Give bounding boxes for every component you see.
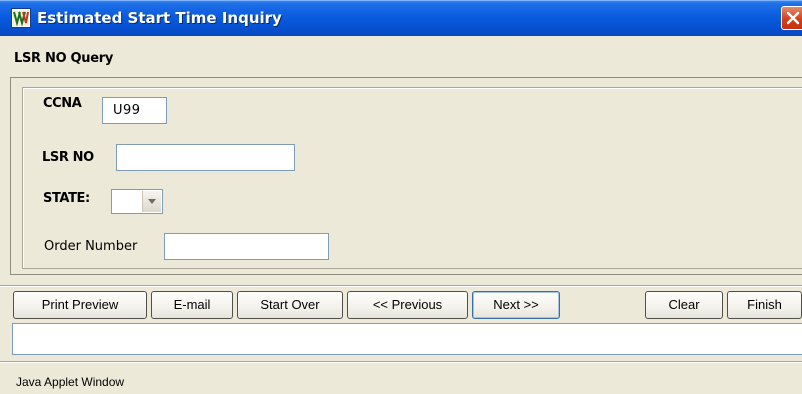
email-button[interactable]: E-mail [151, 291, 233, 319]
close-button[interactable] [781, 6, 802, 30]
finish-button[interactable]: Finish [727, 291, 802, 319]
message-bar [12, 323, 802, 355]
print-preview-button[interactable]: Print Preview [13, 291, 147, 319]
window-title: Estimated Start Time Inquiry [37, 9, 282, 27]
state-dropdown[interactable] [111, 189, 163, 214]
start-over-button[interactable]: Start Over [237, 291, 343, 319]
close-icon [786, 11, 800, 25]
previous-button[interactable]: << Previous [347, 291, 468, 319]
order-number-label: Order Number [44, 239, 138, 254]
state-label: STATE: [43, 191, 90, 206]
status-divider [0, 361, 802, 363]
order-number-field[interactable] [164, 233, 329, 260]
ccna-field[interactable]: U99 [102, 97, 167, 124]
java-applet-icon [11, 8, 31, 28]
status-text: Java Applet Window [16, 375, 125, 389]
section-title: LSR NO Query [14, 51, 114, 66]
lsr-no-field[interactable] [116, 144, 295, 171]
next-button[interactable]: Next >> [472, 291, 560, 319]
ccna-label: CCNA [43, 96, 82, 111]
chevron-down-icon [148, 199, 156, 204]
title-bar[interactable]: Estimated Start Time Inquiry [0, 0, 802, 36]
state-dropdown-button[interactable] [142, 191, 161, 212]
lsr-no-label: LSR NO [42, 150, 94, 165]
clear-button[interactable]: Clear [645, 291, 723, 319]
